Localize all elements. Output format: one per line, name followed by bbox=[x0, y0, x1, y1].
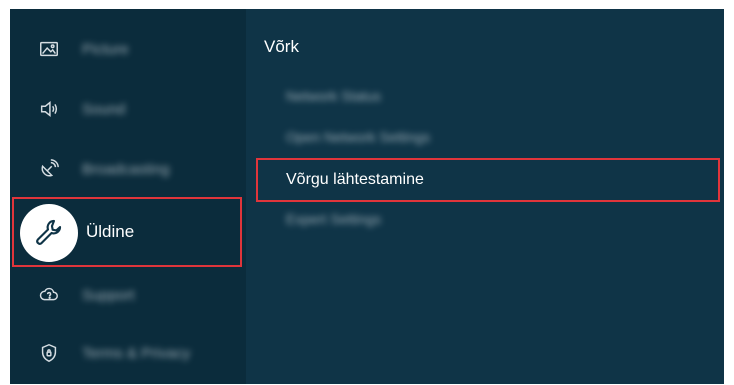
sidebar-item-label: Support bbox=[82, 286, 135, 304]
sidebar-item-label: Broadcasting bbox=[82, 160, 170, 178]
sidebar-item-support[interactable]: Support bbox=[10, 267, 246, 323]
sidebar-item-sound[interactable]: Sound bbox=[10, 81, 246, 137]
settings-sidebar: Picture Sound Broadcasting Üldine Suppor… bbox=[10, 9, 246, 384]
sidebar-item-broadcasting[interactable]: Broadcasting bbox=[10, 141, 246, 197]
menu-item-open-network-settings[interactable]: Open Network Settings bbox=[286, 129, 430, 145]
shield-icon bbox=[32, 336, 66, 370]
broadcasting-icon bbox=[32, 152, 66, 186]
menu-item-expert-settings[interactable]: Expert Settings bbox=[286, 211, 381, 227]
menu-item-reset-network[interactable]: Võrgu lähtestamine bbox=[256, 158, 720, 202]
sidebar-item-label: Üldine bbox=[86, 222, 135, 241]
sidebar-item-label: Picture bbox=[82, 40, 129, 58]
sidebar-item-privacy[interactable]: Terms & Privacy bbox=[10, 325, 246, 381]
tv-settings-screen: Picture Sound Broadcasting Üldine Suppor… bbox=[10, 9, 724, 384]
sidebar-item-label: Sound bbox=[82, 100, 126, 118]
sidebar-item-label: Terms & Privacy bbox=[82, 344, 191, 362]
sound-icon bbox=[32, 92, 66, 126]
wrench-icon bbox=[20, 204, 78, 262]
support-cloud-icon bbox=[32, 278, 66, 312]
panel-title: Võrk bbox=[264, 37, 299, 56]
picture-icon bbox=[32, 32, 66, 66]
menu-item-network-status[interactable]: Network Status bbox=[286, 88, 381, 104]
sidebar-item-picture[interactable]: Picture bbox=[10, 21, 246, 77]
sidebar-item-general[interactable]: Üldine bbox=[12, 197, 242, 267]
